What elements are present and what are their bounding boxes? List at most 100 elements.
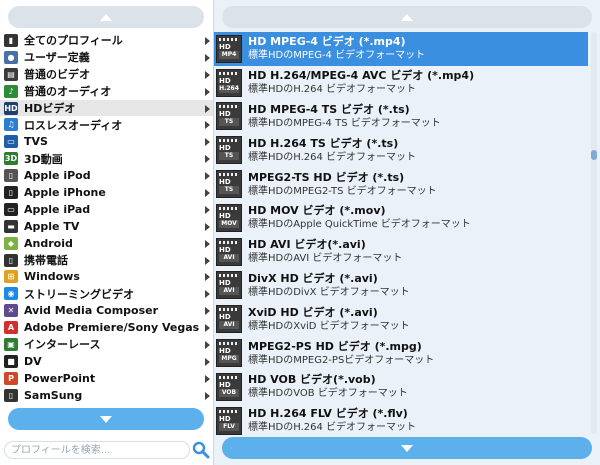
hd-film-icon: HD AVI (216, 305, 242, 334)
format-item[interactable]: HD AVI HD AVI ビデオ(*.avi) 標準HDのAVI ビデオフォーマット (214, 235, 588, 269)
chevron-right-icon (205, 357, 210, 366)
user-icon: ● (4, 50, 18, 64)
category-item[interactable]: ● ユーザー定義 (0, 49, 213, 66)
chevron-right-icon (205, 239, 210, 248)
hd-mark: HD (219, 178, 231, 187)
hd-video-icon: HD (4, 101, 18, 115)
film-strip (219, 342, 239, 346)
format-description: 標準HDのH.264 ビデオフォーマット (248, 151, 417, 163)
category-item[interactable]: 3D 3D動画 (0, 150, 213, 167)
category-item[interactable]: ♫ ロスレスオーディオ (0, 116, 213, 133)
hd-mark: HD (219, 76, 231, 85)
format-title: HD MPEG-4 ビデオ (*.mp4) (248, 35, 406, 49)
apple-tv-icon: ▬ (4, 219, 18, 233)
category-item[interactable]: ◉ ストリーミングビデオ (0, 285, 213, 302)
iphone-icon: ▯ (4, 185, 18, 199)
category-item[interactable]: ▮ 全てのプロフィール (0, 32, 213, 49)
format-tag: AVI (219, 287, 239, 296)
mobile-phone-icon: ▯ (4, 253, 18, 267)
category-scroll-down-button[interactable] (8, 408, 204, 430)
category-label: Avid Media Composer (24, 304, 159, 318)
category-item[interactable]: ▤ 普通のビデオ (0, 66, 213, 83)
format-scroll-down-button[interactable] (222, 437, 592, 459)
windows-icon: ⊞ (4, 270, 18, 284)
format-item[interactable]: HD TS HD H.264 TS ビデオ (*.ts) 標準HDのH.264 ビデオ… (214, 133, 588, 167)
format-item[interactable]: HD VOB HD VOB ビデオ(*.vob) 標準HDのVOB ビデオフォーマット (214, 370, 588, 404)
format-title: HD MOV ビデオ (*.mov) (248, 204, 386, 218)
hd-mark: HD (219, 380, 231, 389)
category-scroll-up-button[interactable] (8, 6, 204, 28)
category-item[interactable]: HD HDビデオ (0, 99, 213, 117)
category-item[interactable]: ▭ TVS (0, 133, 213, 150)
hd-film-icon: HD TS (216, 136, 242, 165)
format-item[interactable]: HD TS MPEG2-TS HD ビデオ (*.ts) 標準HDのMPEG2-TS … (214, 167, 588, 201)
category-label: 3D動画 (24, 152, 63, 166)
category-item[interactable]: ▯ 携帯電話 (0, 252, 213, 269)
chevron-right-icon (205, 155, 210, 164)
format-title: HD H.264 TS ビデオ (*.ts) (248, 136, 399, 150)
format-item[interactable]: HD MOV HD MOV ビデオ (*.mov) 標準HDのApple QuickT… (214, 201, 588, 235)
format-scrollbar[interactable] (591, 32, 597, 434)
format-item[interactable]: HD FLV HD H.264 FLV ビデオ (*.flv) 標準HDのH.264 … (214, 404, 588, 438)
format-panel: HD MP4 HD MPEG-4 ビデオ (*.mp4) 標準HDのMPEG-4 ビデ… (214, 0, 600, 465)
category-item[interactable]: P PowerPoint (0, 370, 213, 387)
category-item[interactable]: ▯ Apple iPhone (0, 184, 213, 201)
format-text: HD H.264 TS ビデオ (*.ts) 標準HDのH.264 ビデオフォーマ… (248, 136, 416, 165)
format-text: HD MPEG-4 TS ビデオ (*.ts) 標準HDのMPEG-4 TS ビデ… (248, 102, 441, 131)
category-label: ユーザー定義 (24, 51, 90, 65)
chevron-right-icon (205, 222, 210, 231)
format-tag: MP4 (219, 50, 239, 59)
format-title: DivX HD ビデオ (*.avi) (248, 271, 378, 285)
format-item[interactable]: HD AVI DivX HD ビデオ (*.avi) 標準HDのDivX ビデオフォー… (214, 269, 588, 303)
film-strip (219, 139, 239, 143)
samsung-icon: ▯ (4, 388, 18, 402)
chevron-right-icon (205, 172, 210, 181)
format-text: HD AVI ビデオ(*.avi) 標準HDのAVI ビデオフォーマット (248, 237, 402, 266)
video-icon: ▤ (4, 67, 18, 81)
hd-film-icon: HD VOB (216, 372, 242, 401)
format-item[interactable]: HD MP4 HD MPEG-4 ビデオ (*.mp4) 標準HDのMPEG-4 ビデ… (214, 32, 588, 66)
format-item[interactable]: HD TS HD MPEG-4 TS ビデオ (*.ts) 標準HDのMPEG-4 T… (214, 100, 588, 134)
category-item[interactable]: ✕ Avid Media Composer (0, 302, 213, 319)
category-panel: ▮ 全てのプロフィール ● ユーザー定義 ▤ 普通のビデオ ♪ 普通のオーディオ HD HDビデオ… (0, 0, 214, 465)
category-item[interactable]: ▬ Apple TV (0, 218, 213, 235)
category-label: SamSung (24, 388, 83, 402)
scrollbar-thumb[interactable] (591, 150, 597, 160)
category-item[interactable]: ▣ インターレース (0, 336, 213, 353)
format-tag: FLV (219, 422, 239, 431)
format-tag: TS (219, 152, 239, 161)
avid-icon: ✕ (4, 304, 18, 318)
adobe-icon: A (4, 321, 18, 335)
search-icon[interactable] (192, 441, 210, 459)
category-item[interactable]: ■ DV (0, 353, 213, 370)
hd-mark: HD (219, 211, 231, 220)
category-label: HDビデオ (24, 102, 76, 115)
category-item[interactable]: A Adobe Premiere/Sony Vegas (0, 319, 213, 336)
film-strip (219, 375, 239, 379)
chevron-right-icon (205, 273, 210, 282)
profile-search-input[interactable]: プロフィールを検索... (4, 441, 190, 459)
format-item[interactable]: HD H.264 HD H.264/MPEG-4 AVC ビデオ (*.mp4) 標準… (214, 66, 588, 100)
format-title: HD MPEG-4 TS ビデオ (*.ts) (248, 102, 410, 116)
format-item[interactable]: HD AVI XviD HD ビデオ (*.avi) 標準HDのXviD ビデオフォー… (214, 302, 588, 336)
film-strip (219, 308, 239, 312)
format-tag: MPG (219, 355, 239, 364)
format-text: XviD HD ビデオ (*.avi) 標準HDのXviD ビデオフォーマット (248, 305, 410, 334)
category-item[interactable]: ▭ Apple iPad (0, 201, 213, 218)
profile-selector: ▮ 全てのプロフィール ● ユーザー定義 ▤ 普通のビデオ ♪ 普通のオーディオ HD HDビデオ… (0, 0, 600, 465)
category-item[interactable]: ▯ Apple iPod (0, 167, 213, 184)
category-item[interactable]: ⊞ Windows (0, 268, 213, 285)
category-item[interactable]: ♪ 普通のオーディオ (0, 83, 213, 100)
format-tag: H.264 (219, 84, 239, 93)
format-title: MPEG2-PS HD ビデオ (*.mpg) (248, 339, 422, 353)
chevron-right-icon (205, 205, 210, 214)
category-item[interactable]: ▯ SamSung (0, 387, 213, 404)
chevron-right-icon (205, 307, 210, 316)
ipad-icon: ▭ (4, 202, 18, 216)
hd-film-icon: HD MP4 (216, 34, 242, 63)
format-text: HD MPEG-4 ビデオ (*.mp4) 標準HDのMPEG-4 ビデオフォーマ… (248, 34, 425, 63)
format-item[interactable]: HD MPG MPEG2-PS HD ビデオ (*.mpg) 標準HDのMPEG2-P… (214, 336, 588, 370)
hd-film-icon: HD AVI (216, 271, 242, 300)
format-description: 標準HDのMPEG2-TS ビデオフォーマット (248, 185, 437, 197)
category-item[interactable]: ◆ Android (0, 235, 213, 252)
